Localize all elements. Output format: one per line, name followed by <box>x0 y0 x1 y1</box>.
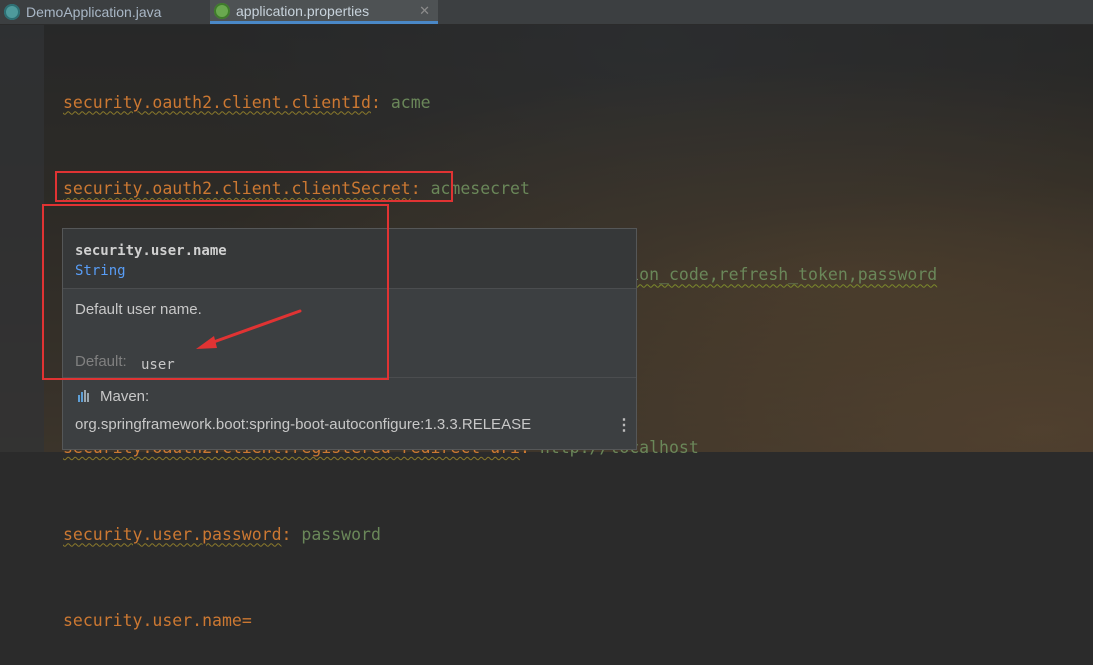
code-line[interactable]: security.user.password: password <box>63 521 937 550</box>
property-value: password <box>301 524 381 544</box>
property-key: security.user.password <box>63 524 282 544</box>
code-line-current[interactable]: security.user.name= <box>63 607 937 636</box>
property-separator: : <box>281 524 302 544</box>
annotation-arrow <box>196 309 302 349</box>
property-key: security.user.name <box>63 610 242 630</box>
property-separator: = <box>241 610 252 630</box>
